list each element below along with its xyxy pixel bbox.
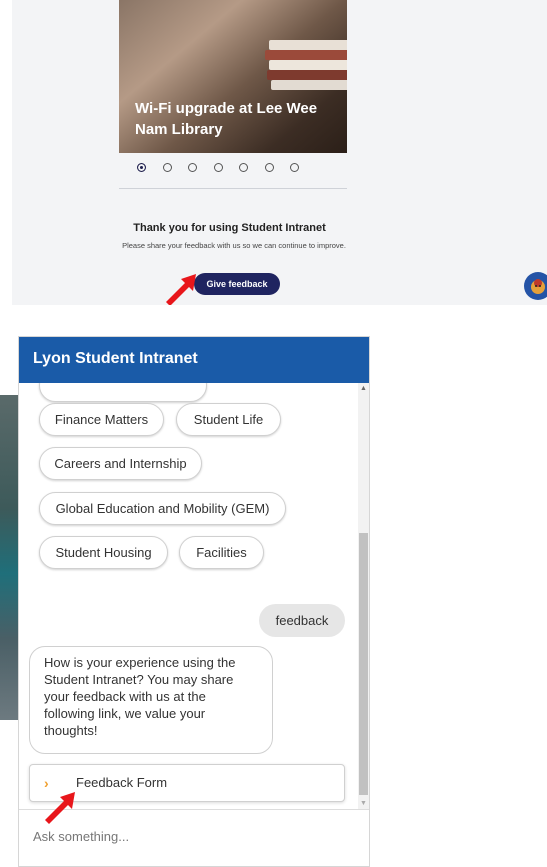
quick-reply-facilities[interactable]: Facilities bbox=[179, 536, 264, 569]
give-feedback-button[interactable]: Give feedback bbox=[194, 273, 280, 295]
quick-reply-student-life[interactable]: Student Life bbox=[176, 403, 281, 436]
book-decoration bbox=[269, 40, 347, 50]
quick-reply-student-housing[interactable]: Student Housing bbox=[39, 536, 168, 569]
chat-input[interactable] bbox=[31, 828, 355, 845]
book-decoration bbox=[265, 50, 347, 60]
chat-messages[interactable]: Finance Matters Student Life Careers and… bbox=[19, 383, 358, 809]
scroll-down-icon[interactable]: ▼ bbox=[360, 800, 367, 807]
chat-header: Lyon Student Intranet bbox=[19, 337, 369, 383]
annotation-arrow bbox=[45, 792, 75, 824]
news-carousel-slide[interactable]: Wi-Fi upgrade at Lee Wee Nam Library bbox=[119, 0, 347, 153]
carousel-dot-1[interactable] bbox=[137, 163, 146, 172]
carousel-dot-4[interactable] bbox=[213, 163, 223, 172]
scroll-up-icon[interactable]: ▲ bbox=[360, 385, 367, 392]
carousel-dot-7[interactable] bbox=[290, 163, 299, 172]
chat-widget: Lyon Student Intranet Finance Matters St… bbox=[18, 336, 370, 867]
book-decoration bbox=[267, 70, 347, 80]
carousel-dot-2[interactable] bbox=[162, 163, 172, 172]
divider bbox=[119, 188, 347, 189]
chat-scrollbar[interactable]: ▲ ▼ bbox=[358, 383, 369, 809]
carousel-dot-5[interactable] bbox=[239, 163, 248, 172]
chatbot-launcher-button[interactable] bbox=[524, 272, 547, 300]
chevron-right-icon: › bbox=[44, 775, 49, 791]
feedback-form-label: Feedback Form bbox=[76, 775, 168, 790]
banner-title: Wi-Fi upgrade at Lee Wee Nam Library bbox=[135, 100, 318, 138]
carousel-dots bbox=[137, 163, 299, 172]
bot-message: How is your experience using the Student… bbox=[29, 646, 273, 754]
carousel-dot-3[interactable] bbox=[188, 163, 197, 172]
scroll-thumb[interactable] bbox=[359, 533, 368, 795]
quick-reply-chip-partial[interactable] bbox=[39, 383, 207, 402]
chatbot-avatar-icon bbox=[531, 279, 545, 294]
user-message: feedback bbox=[259, 604, 345, 637]
thanks-message: Please share your feedback with us so we… bbox=[122, 241, 346, 250]
thanks-title: Thank you for using Student Intranet bbox=[133, 222, 326, 234]
carousel-dot-6[interactable] bbox=[264, 163, 274, 172]
annotation-arrow bbox=[166, 274, 196, 305]
background-page-strip: ​ bbox=[0, 335, 18, 730]
book-decoration bbox=[271, 80, 347, 90]
quick-reply-careers-internship[interactable]: Careers and Internship bbox=[39, 447, 202, 480]
quick-reply-global-education[interactable]: Global Education and Mobility (GEM) bbox=[39, 492, 286, 525]
background-image-strip bbox=[0, 395, 18, 720]
intranet-page-panel: Wi-Fi upgrade at Lee Wee Nam Library Tha… bbox=[12, 0, 547, 305]
book-decoration bbox=[269, 60, 347, 70]
quick-reply-finance-matters[interactable]: Finance Matters bbox=[39, 403, 164, 436]
